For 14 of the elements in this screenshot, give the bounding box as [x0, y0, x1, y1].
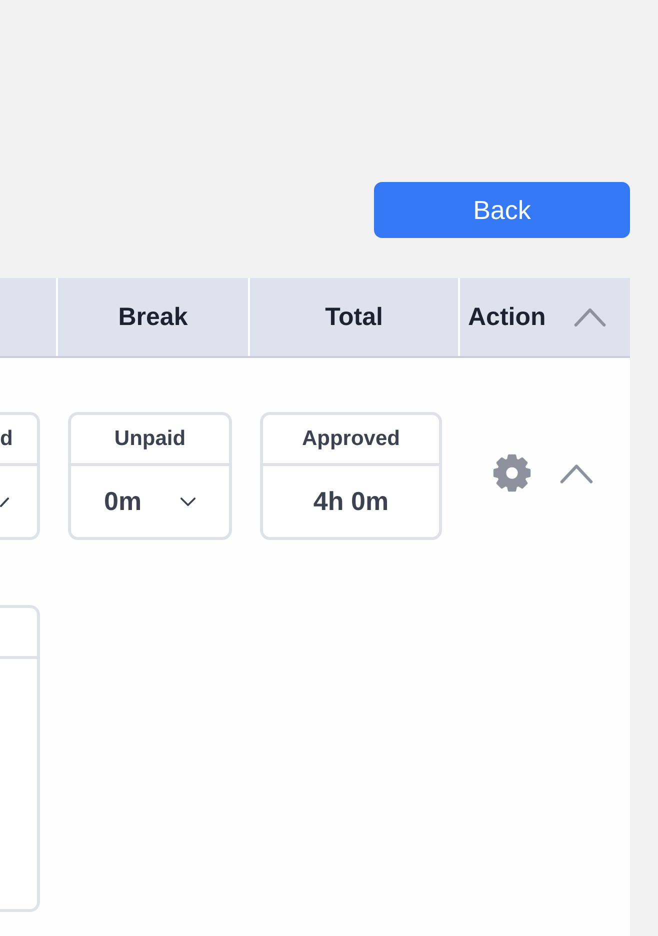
column-header: Total — [325, 302, 383, 332]
field-label: Unpaid — [114, 427, 186, 451]
chevron-down-icon — [0, 496, 9, 506]
settings-icon[interactable] — [493, 454, 531, 492]
chevron-up-icon[interactable] — [574, 307, 606, 327]
column-header: Action — [468, 302, 546, 332]
chevron-down-icon — [180, 496, 196, 506]
dropdown[interactable]: 0m — [71, 466, 229, 537]
field-value: 4h 0m — [313, 486, 389, 517]
field-label: d — [0, 427, 13, 451]
field-label: Approved — [302, 427, 400, 451]
chevron-up-icon[interactable] — [560, 462, 593, 484]
column-header: Break — [118, 302, 188, 332]
back-button[interactable]: Back — [374, 182, 630, 238]
